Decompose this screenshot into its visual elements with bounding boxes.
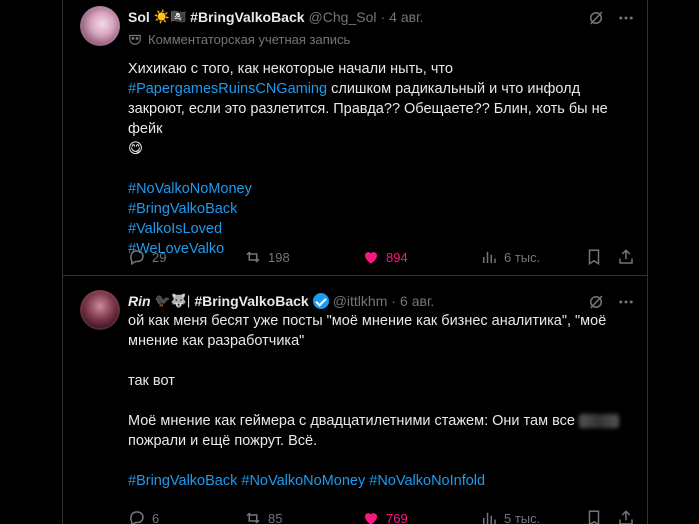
text-fragment: Моё мнение как геймера с двадцатилетними… [128,413,575,429]
share-icon [619,249,633,264]
author-display-tag[interactable]: #BringValkoBack [194,293,308,309]
separator-dot: · [391,293,397,309]
timeline-column: Sol ☀️🏴‍☠️ #BringValkoBack @Chg_Sol · 4 … [62,0,648,524]
text-line: Моё мнение как геймера с двадцатилетними… [128,411,635,431]
retweet-count: 85 [268,510,283,524]
views-count: 5 тыс. [504,510,541,524]
header-actions [587,293,635,311]
text-line: Хихикаю с того, как некоторые начали ныт… [128,61,453,77]
hashtag-link[interactable]: #NoValkoNoInfold [369,473,485,489]
tweet[interactable]: Sol ☀️🏴‍☠️ #BringValkoBack @Chg_Sol · 4 … [63,0,647,276]
text-line: пожрали и ещё пожрут. Всё. [128,433,318,449]
share-icon [619,510,633,524]
bookmark-icon [588,510,600,524]
tweet-actions: 6 85 769 5 тыс. [128,509,635,524]
author-handle[interactable]: @ittlkhm [333,293,388,309]
avatar[interactable] [80,290,120,330]
tweet-content: Sol ☀️🏴‍☠️ #BringValkoBack @Chg_Sol · 4 … [128,7,635,259]
text-line: закроют, если это разлетится. Правда?? О… [128,101,608,137]
emoji-line: 😋 [128,141,144,157]
views-icon [483,512,496,524]
views-button[interactable]: 6 тыс. [480,248,570,266]
author-handle[interactable]: @Chg_Sol [309,9,377,25]
more-icon[interactable] [617,9,635,27]
tweet-actions: 29 198 894 6 тыс. [128,248,635,266]
author-display-tag[interactable]: #BringValkoBack [190,9,304,25]
hashtag-link[interactable]: #PapergamesRuinsCNGaming [128,81,327,97]
verified-badge-icon [312,293,329,309]
grok-icon[interactable] [587,9,605,27]
reply-button[interactable]: 6 [128,509,244,524]
grok-icon[interactable] [587,293,605,311]
text-line: так вот [128,373,175,389]
more-icon[interactable] [617,293,635,311]
hashtag-link[interactable]: #BringValkoBack [128,473,237,489]
like-button[interactable]: 894 [362,248,480,266]
share-button[interactable] [617,509,635,524]
account-type-label: Комментаторская учетная запись [128,30,635,48]
reply-count: 6 [152,510,160,524]
retweet-icon [246,512,260,524]
tweet-date[interactable]: 6 авг. [400,293,434,309]
retweet-button[interactable]: 85 [244,509,362,524]
tweet-date[interactable]: 4 авг. [389,9,423,25]
reply-icon [130,250,144,266]
hashtag-link[interactable]: #ValkoIsLoved [128,219,635,239]
retweet-button[interactable]: 198 [244,248,362,266]
heart-filled-icon [365,252,377,264]
hashtag-link[interactable]: #NoValkoNoMoney [128,179,635,199]
bookmark-button[interactable] [585,509,603,524]
mask-icon [129,34,141,45]
censored-word [578,414,619,429]
like-count: 894 [386,249,408,265]
header-actions [587,9,635,27]
author-emojis: ☀️🏴‍☠️ [153,9,187,24]
tweet-content: Rin 🐦‍⬛🐺| #BringValkoBack @ittlkhm · 6 а… [128,291,635,491]
bookmark-button[interactable] [585,248,603,266]
separator-dot: · [380,9,386,25]
hashtag-line: #BringValkoBack #NoValkoNoMoney #NoValko… [128,471,635,491]
like-count: 769 [386,510,408,524]
reply-button[interactable]: 29 [128,248,244,266]
tweet-text: Хихикаю с того, как некоторые начали ныт… [128,59,635,259]
reply-count: 29 [152,249,167,265]
avatar[interactable] [80,6,120,46]
retweet-icon [246,251,260,263]
reply-icon [130,511,144,524]
account-type-text: Комментаторская учетная запись [148,31,351,47]
like-button[interactable]: 769 [362,509,480,524]
text-line: #PapergamesRuinsCNGaming слишком радикал… [128,79,635,99]
author-emojis: 🐦‍⬛🐺| [154,293,191,308]
views-count: 6 тыс. [504,249,541,265]
text-line: мнение как разработчика" [128,333,305,349]
tweet-header: Sol ☀️🏴‍☠️ #BringValkoBack @Chg_Sol · 4 … [128,7,635,27]
tweet-header: Rin 🐦‍⬛🐺| #BringValkoBack @ittlkhm · 6 а… [128,291,635,311]
bookmark-icon [588,249,600,266]
text-line: ой как меня бесят уже посты "моё мнение … [128,313,607,329]
share-button[interactable] [617,248,635,266]
views-icon [483,251,496,263]
author-name[interactable]: Rin [128,293,151,309]
author-name[interactable]: Sol [128,9,150,25]
tweet-text: ой как меня бесят уже посты "моё мнение … [128,311,635,491]
views-button[interactable]: 5 тыс. [480,509,570,524]
tweet[interactable]: Rin 🐦‍⬛🐺| #BringValkoBack @ittlkhm · 6 а… [63,277,647,524]
hashtag-link[interactable]: #BringValkoBack [128,199,635,219]
hashtag-link[interactable]: #NoValkoNoMoney [241,473,365,489]
retweet-count: 198 [268,249,290,265]
heart-filled-icon [365,513,377,524]
text-fragment: слишком радикальный и что инфолд [331,81,581,97]
